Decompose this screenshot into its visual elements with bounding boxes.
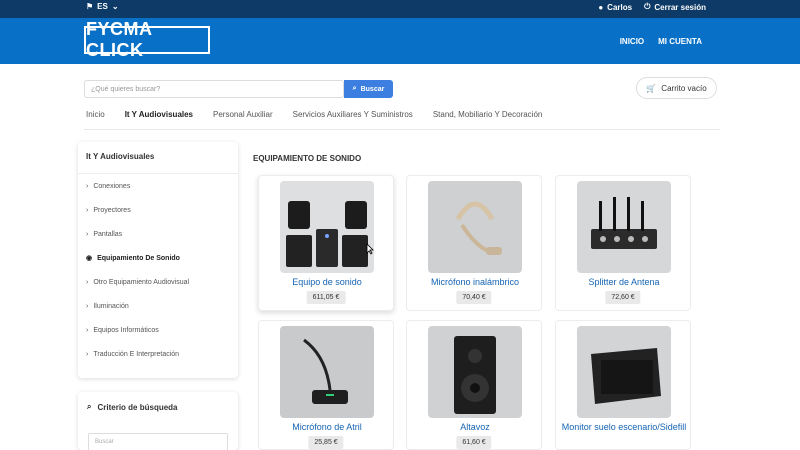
cart-label: Carrito vacío xyxy=(661,83,707,93)
search-button-label: Buscar xyxy=(360,85,385,93)
cart-icon: 🛒 xyxy=(646,83,657,93)
product-name[interactable]: Micrófono de Atril xyxy=(259,421,395,433)
podium-mic-icon xyxy=(303,338,348,404)
antenna-splitter-icon xyxy=(591,197,657,249)
main-nav: INICIO MI CUENTA xyxy=(620,37,702,46)
sidebar-item-label: Iluminación xyxy=(93,302,129,310)
language-label: ES xyxy=(97,2,108,11)
product-card[interactable]: Monitor suelo escenario/Sidefill xyxy=(555,320,691,450)
search-button[interactable]: ⌕ Buscar xyxy=(344,80,393,98)
category-divider xyxy=(84,129,720,130)
product-image xyxy=(577,181,671,273)
sidebar-item-label: Equipamiento De Sonido xyxy=(97,254,180,262)
chevron-right-icon: › xyxy=(86,230,89,238)
product-image xyxy=(280,181,374,273)
sidebar-item-pantallas[interactable]: › Pantallas xyxy=(78,222,238,246)
section-title: EQUIPAMIENTO DE SONIDO xyxy=(253,154,362,163)
criteria-search-input[interactable]: Buscar xyxy=(88,433,228,450)
nav-mi-cuenta[interactable]: MI CUENTA xyxy=(658,37,702,46)
search-icon: ⌕ xyxy=(352,85,357,92)
search-criteria-panel: ⌕ Criterio de búsqueda Buscar xyxy=(78,392,238,450)
logo[interactable]: FYCMA CLICK xyxy=(84,19,210,60)
cart-button[interactable]: 🛒 Carrito vacío xyxy=(636,77,717,99)
chevron-right-icon: › xyxy=(86,278,89,286)
product-image xyxy=(428,326,522,418)
speaker-icon xyxy=(454,336,496,414)
search-icon: ⌕ xyxy=(87,402,92,411)
logout-link[interactable]: ⏻ Cerrar sesión xyxy=(644,2,706,12)
chevron-right-icon: › xyxy=(86,326,89,334)
sidebar-item-equipamiento-sonido[interactable]: ◉ Equipamiento De Sonido xyxy=(78,246,238,270)
search-input[interactable]: ¿Qué quieres buscar? xyxy=(84,80,344,98)
product-price: 611,05 € xyxy=(306,291,346,304)
language-selector[interactable]: ⚑ ES ⌄ xyxy=(86,2,119,11)
sidebar-item-equipos-informaticos[interactable]: › Equipos Informáticos xyxy=(78,318,238,342)
product-image xyxy=(577,326,671,418)
product-card[interactable]: Micrófono inalámbrico 70,40 € xyxy=(406,175,542,311)
chevron-right-icon: › xyxy=(86,302,89,310)
product-price: 25,85 € xyxy=(308,436,344,449)
product-name[interactable]: Splitter de Antena xyxy=(556,276,692,288)
sidebar-item-label: Conexiones xyxy=(93,182,131,190)
product-name[interactable]: Monitor suelo escenario/Sidefill xyxy=(556,421,692,433)
power-icon: ⏻ xyxy=(644,2,651,11)
product-card[interactable]: Splitter de Antena 72,60 € xyxy=(555,175,691,311)
user-menu[interactable]: ● Carlos xyxy=(598,3,632,12)
user-icon: ● xyxy=(598,2,604,12)
product-price: 61,60 € xyxy=(456,436,492,449)
eye-icon: ◉ xyxy=(86,255,93,262)
chevron-right-icon: › xyxy=(86,350,89,358)
header: FYCMA CLICK INICIO MI CUENTA xyxy=(0,18,800,64)
product-image xyxy=(280,326,374,418)
criteria-title-label: Criterio de búsqueda xyxy=(97,402,178,412)
category-sidebar: It Y Audiovisuales › Conexiones › Proyecto… xyxy=(78,142,238,378)
tab-inicio[interactable]: Inicio xyxy=(86,110,105,119)
sidebar-item-label: Otro Equipamiento Audiovisual xyxy=(93,278,190,286)
product-card[interactable]: Micrófono de Atril 25,85 € xyxy=(258,320,394,450)
chevron-right-icon: › xyxy=(86,182,89,190)
flag-icon: ⚑ xyxy=(86,2,94,11)
top-bar: ⚑ ES ⌄ ● Carlos ⏻ Cerrar sesión xyxy=(0,0,800,18)
sidebar-item-iluminacion[interactable]: › Iluminación xyxy=(78,294,238,318)
tab-it-audiovisuales[interactable]: It Y Audiovisuales xyxy=(125,110,193,119)
product-card[interactable]: Altavoz 61,60 € xyxy=(406,320,542,450)
product-image xyxy=(428,181,522,273)
product-price: 72,60 € xyxy=(605,291,641,304)
sidebar-item-label: Equipos Informáticos xyxy=(93,326,159,334)
tab-stand-mobiliario[interactable]: Stand, Mobiliario Y Decoración xyxy=(433,110,543,119)
headset-mic-icon xyxy=(455,201,502,255)
mouse-cursor-icon xyxy=(366,243,374,255)
tab-servicios-auxiliares[interactable]: Servicios Auxiliares Y Suministros xyxy=(293,110,413,119)
nav-inicio[interactable]: INICIO xyxy=(620,37,644,46)
chevron-right-icon: › xyxy=(86,206,89,214)
product-name[interactable]: Altavoz xyxy=(407,421,543,433)
sidebar-item-proyectores[interactable]: › Proyectores xyxy=(78,198,238,222)
sidebar-item-otro-equipamiento[interactable]: › Otro Equipamiento Audiovisual xyxy=(78,270,238,294)
chevron-down-icon: ⌄ xyxy=(111,2,119,11)
logout-label: Cerrar sesión xyxy=(654,2,706,12)
sidebar-item-label: Pantallas xyxy=(93,230,123,238)
sidebar-item-traduccion[interactable]: › Traducción E Interpretación xyxy=(78,342,238,366)
sidebar-title: It Y Audiovisuales xyxy=(78,142,238,174)
tab-personal-auxiliar[interactable]: Personal Auxiliar xyxy=(213,110,273,119)
sidebar-item-label: Proyectores xyxy=(93,206,131,214)
product-name[interactable]: Micrófono inalámbrico xyxy=(407,276,543,288)
product-price: 70,40 € xyxy=(456,291,492,304)
product-name[interactable]: Equipo de sonido xyxy=(259,276,395,288)
speaker-system-icon xyxy=(286,201,368,267)
user-name: Carlos xyxy=(607,2,633,12)
sidebar-item-label: Traducción E Interpretación xyxy=(93,350,180,358)
sidebar-item-conexiones[interactable]: › Conexiones xyxy=(78,174,238,198)
criteria-title: ⌕ Criterio de búsqueda xyxy=(87,402,178,412)
floor-monitor-icon xyxy=(591,348,661,404)
category-tabs: Inicio It Y Audiovisuales Personal Auxil… xyxy=(86,110,542,119)
